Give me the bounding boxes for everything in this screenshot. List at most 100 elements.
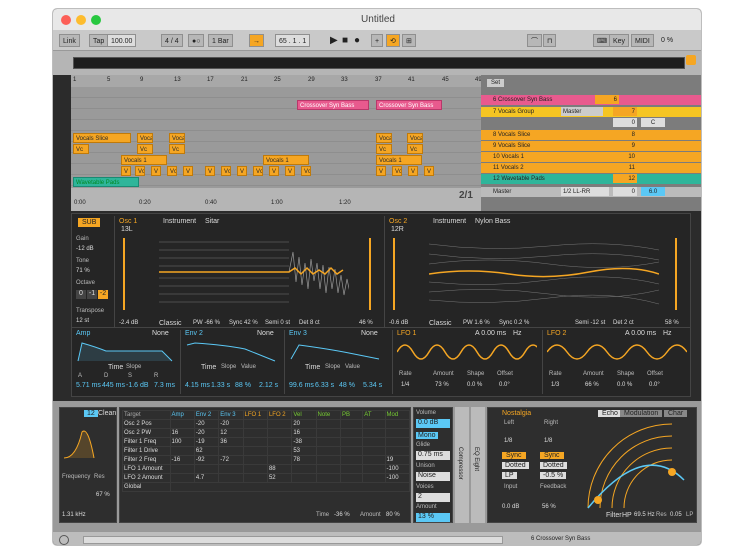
track-row[interactable]: 6 Crossover Syn Bass 6: [481, 95, 701, 105]
osc2-category[interactable]: Instrument: [433, 218, 466, 225]
position-field[interactable]: 65 . 1 . 1: [275, 34, 311, 47]
arrangement-view[interactable]: 1 5 9 13 17 21 25 29 33 37 41 45 49 Cros…: [71, 75, 501, 211]
transpose-value[interactable]: 12 st: [76, 318, 89, 324]
osc1-sync[interactable]: Sync 42 %: [229, 320, 258, 326]
sub-toggle[interactable]: SUB: [78, 218, 101, 227]
osc2-position-value[interactable]: 58 %: [665, 320, 679, 326]
echo-hp[interactable]: 69.5 Hz: [634, 512, 655, 518]
set-button[interactable]: Set: [487, 79, 505, 87]
osc2-position[interactable]: 12R: [391, 226, 404, 233]
env2-time-tab[interactable]: Time: [201, 364, 216, 371]
echo-feedback[interactable]: 56 %: [542, 504, 556, 510]
matrix-cell[interactable]: [218, 446, 244, 456]
modulation-tab[interactable]: Modulation: [620, 410, 663, 417]
matrix-cell[interactable]: [384, 428, 411, 438]
octave-minus2-button[interactable]: -2: [98, 290, 108, 299]
matrix-cell[interactable]: 52: [266, 473, 293, 483]
clip[interactable]: V: [183, 166, 193, 176]
matrix-cell[interactable]: [339, 437, 364, 447]
matrix-cell[interactable]: [291, 464, 317, 474]
matrix-cell[interactable]: [339, 455, 364, 465]
view-toggle-icon[interactable]: [686, 55, 696, 65]
clip[interactable]: V: [205, 166, 215, 176]
clip[interactable]: Vc: [392, 166, 402, 176]
osc1-position-value[interactable]: 46 %: [359, 320, 373, 326]
clip[interactable]: V: [376, 166, 386, 176]
matrix-row[interactable]: LFO 2 Amount 4.7 52 -100: [122, 473, 411, 483]
track-name[interactable]: 7 Vocals Group: [483, 107, 555, 117]
lfo1-amount[interactable]: 73 %: [435, 382, 449, 388]
osc1-waveform[interactable]: [159, 234, 349, 310]
matrix-row[interactable]: LFO 1 Amount 88 -100: [122, 464, 411, 474]
midi-map-button[interactable]: MIDI: [631, 34, 654, 47]
matrix-cell[interactable]: Filter 1 Drive: [122, 446, 171, 456]
clip[interactable]: Vc: [73, 144, 89, 154]
matrix-cell[interactable]: [315, 473, 341, 483]
amp-attack[interactable]: 5.71 ms: [76, 382, 101, 389]
octave-minus1-button[interactable]: -1: [87, 290, 97, 299]
osc2-semi[interactable]: Semi -12 st: [575, 320, 605, 326]
echo-visualizer[interactable]: [584, 420, 694, 510]
matrix-cell[interactable]: [315, 419, 341, 429]
amp-sustain[interactable]: -1.6 dB: [126, 382, 149, 389]
matrix-cell[interactable]: [218, 464, 244, 474]
lfo1-offset[interactable]: 0.0°: [499, 382, 510, 388]
clip[interactable]: Vc: [221, 166, 231, 176]
voices-field[interactable]: 2: [416, 493, 450, 502]
filter-number[interactable]: 12: [84, 410, 98, 417]
echo-right-time[interactable]: 1/8: [544, 438, 552, 444]
matrix-cell[interactable]: 100: [169, 437, 195, 447]
overdub-button[interactable]: +: [371, 34, 384, 47]
matrix-cell[interactable]: [362, 464, 386, 474]
osc2-pw[interactable]: PW 1.6 %: [463, 320, 490, 326]
track-number[interactable]: 8: [613, 130, 637, 139]
amp-env-slope-tab[interactable]: Slope: [126, 364, 141, 370]
echo-input[interactable]: 0.0 dB: [502, 504, 519, 510]
clip[interactable]: Vocals Slice: [407, 133, 423, 143]
matrix-cell[interactable]: [384, 446, 411, 456]
mono-button[interactable]: Mono: [416, 432, 438, 439]
clip[interactable]: Vocals Slice: [376, 133, 392, 143]
env2-value-tab[interactable]: Value: [241, 364, 256, 370]
link-button[interactable]: Link: [59, 34, 80, 47]
lfo1-hz[interactable]: Hz: [513, 330, 522, 337]
matrix-cell[interactable]: [362, 446, 386, 456]
lfo1-shape[interactable]: 0.0 %: [467, 382, 482, 388]
matrix-cell[interactable]: 12: [218, 428, 244, 438]
osc1-category[interactable]: Instrument: [163, 218, 196, 225]
tempo-field[interactable]: 100.00: [107, 34, 137, 47]
tone-value[interactable]: 71 %: [76, 268, 90, 274]
osc1-wavetable[interactable]: Sitar: [205, 218, 219, 225]
echo-filter-label[interactable]: Filter: [606, 512, 622, 519]
matrix-cell[interactable]: -20: [218, 419, 244, 429]
clip[interactable]: V: [151, 166, 161, 176]
track-number[interactable]: 9: [613, 141, 637, 150]
clip[interactable]: Vocals Slice: [73, 133, 131, 143]
env3-slope-tab[interactable]: Slope: [325, 364, 340, 370]
matrix-cell[interactable]: [315, 446, 341, 456]
matrix-cell[interactable]: [169, 482, 410, 492]
lfo2-hz[interactable]: Hz: [663, 330, 672, 337]
clip[interactable]: V: [121, 166, 131, 176]
matrix-cell[interactable]: [266, 446, 293, 456]
unison-select[interactable]: Noise: [416, 472, 450, 481]
osc2-gain[interactable]: -0.6 dB: [389, 320, 408, 326]
track-row[interactable]: 8 Vocals Slice 8: [481, 130, 701, 140]
clip[interactable]: Vc: [167, 166, 177, 176]
track-number[interactable]: 10: [613, 152, 637, 161]
matrix-cell[interactable]: 88: [266, 464, 293, 474]
track-number[interactable]: 6: [595, 95, 619, 104]
lfo1-label[interactable]: LFO 1: [397, 330, 416, 337]
matrix-cell[interactable]: [266, 428, 293, 438]
env3-label[interactable]: Env 3: [289, 330, 307, 337]
matrix-cell[interactable]: -72: [218, 455, 244, 465]
env2-label[interactable]: Env 2: [185, 330, 203, 337]
osc1-effect-mode[interactable]: Classic: [159, 320, 182, 327]
osc2-position-slider[interactable]: [675, 238, 677, 310]
punch-in-button[interactable]: ⊓: [543, 34, 557, 47]
matrix-cell[interactable]: [315, 464, 341, 474]
matrix-cell[interactable]: Global: [122, 482, 171, 492]
osc1-detune[interactable]: Det 8 ct: [299, 320, 320, 326]
osc1-gain[interactable]: -2.4 dB: [119, 320, 138, 326]
matrix-cell[interactable]: [315, 455, 341, 465]
